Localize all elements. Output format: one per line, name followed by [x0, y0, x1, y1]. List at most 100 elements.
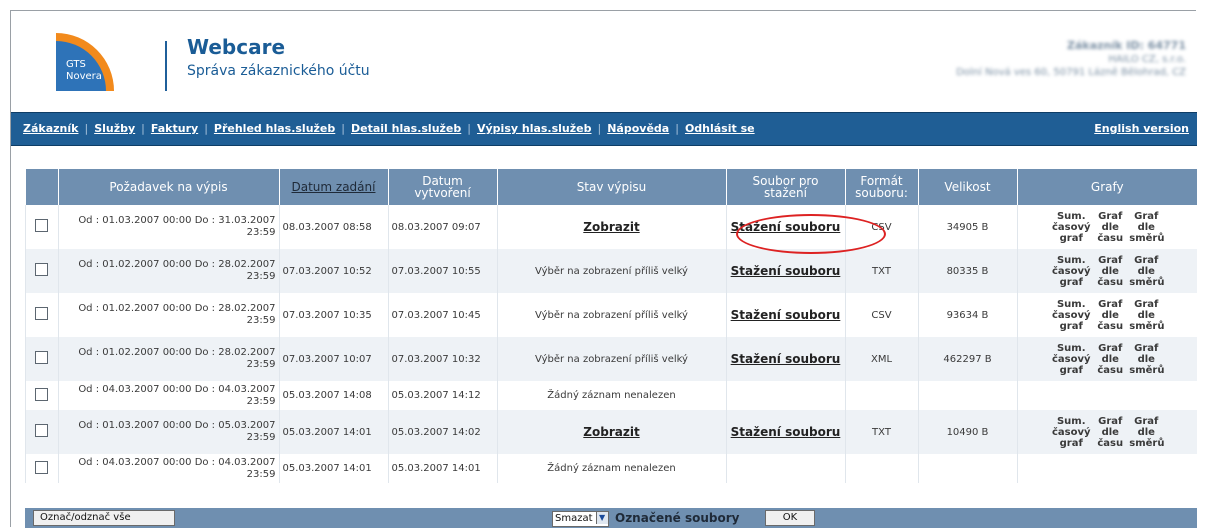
download-file-link[interactable]: Stažení souboru — [731, 220, 841, 234]
chart-by-time-link[interactable]: Graf dle času — [1095, 416, 1125, 449]
nav-item-2[interactable]: Faktury — [151, 122, 198, 135]
nav-separator: | — [341, 122, 345, 135]
request-range: Od : 01.03.2007 00:00 Do : 05.03.2007 — [78, 420, 276, 431]
nav-separator: | — [204, 122, 208, 135]
chart-by-direction-link[interactable]: Graf dle směrů — [1129, 416, 1164, 449]
chart-by-time-link[interactable]: Graf dle času — [1095, 343, 1125, 376]
size-cell: 34905 B — [917, 205, 1017, 249]
row-checkbox[interactable] — [35, 351, 49, 364]
table-row: Od : 01.02.2007 00:00 Do : 28.02.2007 23:… — [25, 249, 1197, 293]
chart-sum-time-link[interactable]: Sum. časový graf — [1051, 255, 1091, 288]
chevron-down-icon[interactable]: ▼ — [595, 512, 608, 524]
chart-by-time-link[interactable]: Graf dle času — [1095, 255, 1125, 288]
nav-item-0[interactable]: Zákazník — [23, 122, 78, 135]
chart-sum-time-link[interactable]: Sum. časový graf — [1051, 343, 1091, 376]
request-end-time: 23:59 — [246, 395, 276, 407]
format-cell: XML — [844, 337, 918, 381]
row-checkbox[interactable] — [35, 387, 49, 401]
size-cell: 462297 B — [917, 337, 1017, 381]
chart-by-direction-link[interactable]: Graf dle směrů — [1129, 343, 1164, 376]
chart-by-direction-link[interactable]: Graf dle směrů — [1129, 299, 1164, 332]
table-row: Od : 04.03.2007 00:00 Do : 04.03.2007 23:… — [25, 381, 1197, 410]
format-cell — [844, 454, 918, 483]
format-cell: CSV — [844, 205, 918, 249]
date-created-cell: 05.03.2007 14:01 — [387, 454, 497, 483]
chart-by-direction-link[interactable]: Graf dle směrů — [1129, 211, 1164, 244]
customer-name: HAILO CZ, s.r.o. — [1108, 54, 1186, 65]
nav-separator: | — [467, 122, 471, 135]
col-checkbox — [25, 169, 58, 205]
customer-info: Zákazník ID: 64771 HAILO CZ, s.r.o. Doln… — [956, 39, 1186, 79]
date-entered-cell: 05.03.2007 14:08 — [278, 381, 388, 410]
nav-separator: | — [597, 122, 602, 135]
request-end-time: 23:59 — [246, 432, 276, 443]
request-cell: Od : 04.03.2007 00:00 Do : 04.03.2007 23:… — [57, 454, 279, 483]
file-cell: Stažení souboru — [725, 410, 845, 454]
row-checkbox-cell — [25, 454, 58, 483]
col-charts: Grafy — [1016, 169, 1197, 205]
download-file-link[interactable]: Stažení souboru — [731, 308, 841, 322]
chart-by-direction-link[interactable]: Graf dle směrů — [1129, 255, 1164, 288]
request-cell: Od : 01.02.2007 00:00 Do : 28.02.2007 23:… — [57, 337, 279, 381]
date-entered-cell: 07.03.2007 10:52 — [278, 249, 388, 293]
row-checkbox-cell — [25, 337, 58, 381]
col-date-entered[interactable]: Datum zadání — [278, 169, 388, 205]
row-checkbox[interactable] — [35, 424, 49, 437]
app-subtitle: Správa zákaznického účtu — [187, 63, 370, 79]
nav-item-3[interactable]: Přehled hlas.služeb — [214, 122, 335, 135]
download-file-link[interactable]: Stažení souboru — [731, 425, 841, 439]
table-row: Od : 01.02.2007 00:00 Do : 28.02.2007 23:… — [25, 337, 1197, 381]
row-checkbox[interactable] — [35, 263, 49, 276]
nav-item-5[interactable]: Výpisy hlas.služeb — [477, 122, 592, 135]
logo-line-gts: GTS — [66, 59, 86, 70]
request-cell: Od : 01.03.2007 00:00 Do : 31.03.2007 23:… — [57, 205, 279, 249]
row-checkbox[interactable] — [35, 460, 49, 474]
status-text: Žádný záznam nenalezen — [547, 463, 676, 474]
request-end-time: 23:59 — [246, 315, 276, 326]
webcare-page: GTS Novera Webcare Správa zákaznického ú… — [10, 10, 1197, 528]
nav-separator: | — [675, 122, 679, 135]
nav-item-4[interactable]: Detail hlas.služeb — [351, 122, 461, 135]
ok-button[interactable]: OK — [765, 510, 815, 526]
chart-sum-time-link[interactable]: Sum. časový graf — [1051, 416, 1091, 449]
nav-english-version[interactable]: English version — [1094, 122, 1189, 135]
charts-cell: Sum. časový grafGraf dle časuGraf dle sm… — [1016, 249, 1197, 293]
chart-by-time-link[interactable]: Graf dle času — [1095, 211, 1125, 244]
nav-item-6[interactable]: Nápověda — [607, 122, 669, 135]
date-created-cell: 08.03.2007 09:07 — [387, 205, 497, 249]
request-cell: Od : 04.03.2007 00:00 Do : 04.03.2007 23:… — [57, 381, 279, 410]
date-entered-cell: 05.03.2007 14:01 — [278, 454, 388, 483]
chart-sum-time-link[interactable]: Sum. časový graf — [1051, 211, 1091, 244]
chart-by-time-link[interactable]: Graf dle času — [1095, 299, 1125, 332]
action-select[interactable]: Smazat ▼ — [552, 511, 609, 527]
file-cell — [725, 381, 845, 410]
customer-id: Zákazník ID: 64771 — [1066, 39, 1186, 52]
nav-separator: | — [141, 122, 145, 135]
app-title: Webcare — [187, 35, 286, 59]
status-text: Výběr na zobrazení příliš velký — [535, 309, 688, 321]
show-link[interactable]: Zobrazit — [583, 220, 639, 234]
request-cell: Od : 01.03.2007 00:00 Do : 05.03.2007 23:… — [57, 410, 279, 454]
status-cell: Zobrazit — [496, 205, 726, 249]
charts-cell: Sum. časový grafGraf dle časuGraf dle sm… — [1016, 410, 1197, 454]
row-checkbox[interactable] — [35, 307, 49, 320]
charts-cell: Sum. časový grafGraf dle časuGraf dle sm… — [1016, 293, 1197, 337]
nav-item-1[interactable]: Služby — [94, 122, 135, 135]
chart-sum-time-link[interactable]: Sum. časový graf — [1051, 299, 1091, 332]
file-cell: Stažení souboru — [725, 249, 845, 293]
file-cell: Stažení souboru — [725, 337, 845, 381]
status-cell: Žádný záznam nenalezen — [496, 454, 726, 483]
status-cell: Výběr na zobrazení příliš velký — [496, 293, 726, 337]
nav-item-7[interactable]: Odhlásit se — [685, 122, 755, 135]
download-file-link[interactable]: Stažení souboru — [731, 264, 841, 278]
main-nav: Zákazník | Služby | Faktury | Přehled hlas.slu… — [11, 112, 1197, 146]
show-link[interactable]: Zobrazit — [583, 425, 639, 439]
row-checkbox-cell — [25, 205, 58, 249]
action-select-value: Smazat — [555, 513, 593, 524]
nav-links: Zákazník | Služby | Faktury | Přehled hlas.slu… — [23, 122, 755, 135]
row-checkbox[interactable] — [35, 219, 49, 232]
row-checkbox-cell — [25, 249, 58, 293]
row-checkbox-cell — [25, 410, 58, 454]
download-file-link[interactable]: Stažení souboru — [731, 352, 841, 366]
toggle-all-button[interactable]: Označ/odznač vše — [33, 510, 175, 526]
